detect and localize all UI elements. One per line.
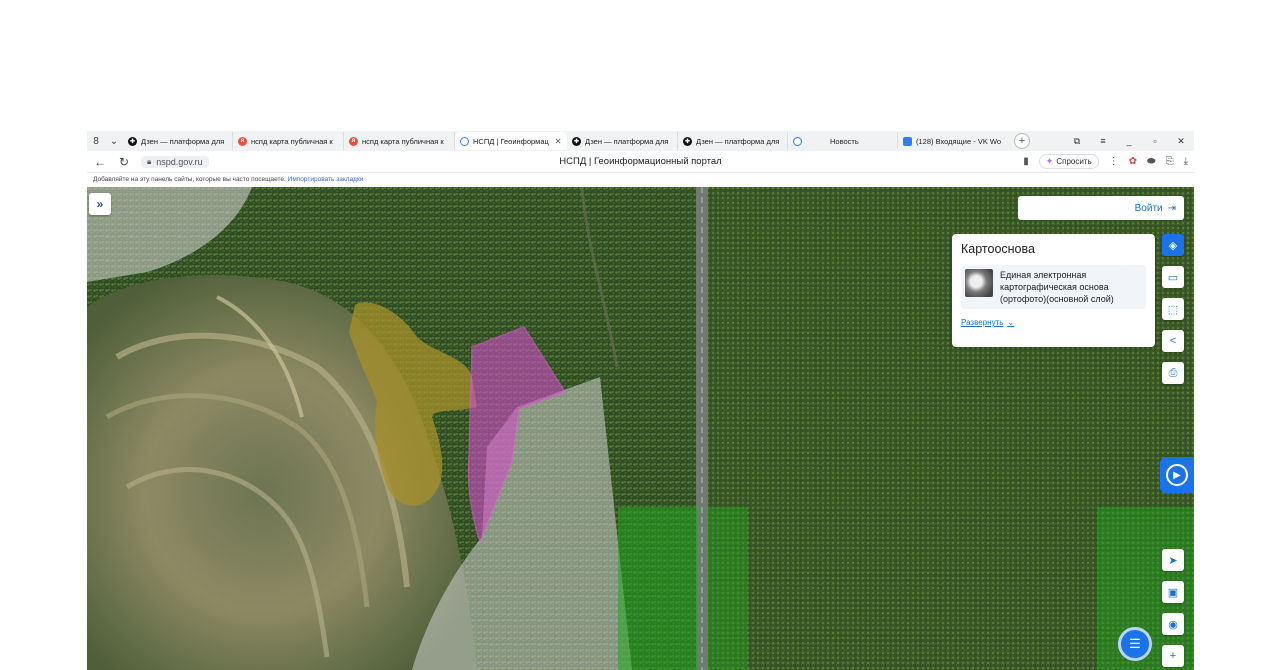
tab-label: нспд карта публичная к xyxy=(251,136,333,146)
layer-name: Единая электронная картографическая осно… xyxy=(1000,270,1114,304)
dzen-icon: ✚ xyxy=(572,136,581,146)
layer-thumbnail xyxy=(965,269,993,297)
tab-label: (128) Входящие - VK Wo xyxy=(916,136,1002,146)
reader-icon[interactable]: ⎘ xyxy=(1166,156,1174,167)
browser-window: 8 ⌄ ✚ Дзен — платформа для я нспд карта … xyxy=(87,131,1194,670)
tab-counter[interactable]: 8 xyxy=(87,131,105,151)
tab-counter-value: 8 xyxy=(93,135,99,147)
login-label: Войти xyxy=(1134,202,1163,214)
expand-sidebar-button[interactable]: » xyxy=(89,193,111,215)
tab-dzen-3[interactable]: ✚ Дзен — платформа для xyxy=(678,132,788,150)
nspd-icon xyxy=(460,136,469,146)
lock-icon: 🔒︎ xyxy=(147,156,152,166)
search-place-button[interactable]: ◉ xyxy=(1162,613,1184,635)
news-icon xyxy=(793,136,802,146)
dzen-icon: ✚ xyxy=(128,136,137,146)
login-icon: ⇥ xyxy=(1167,202,1176,214)
tab-dzen-2[interactable]: ✚ Дзен — платформа для xyxy=(567,132,678,150)
url-field[interactable]: 🔒︎ nspd.gov.ru xyxy=(141,155,209,168)
basemap-layer-item[interactable]: Единая электронная картографическая осно… xyxy=(961,265,1146,309)
tab-strip: 8 ⌄ ✚ Дзен — платформа для я нспд карта … xyxy=(87,131,1194,151)
extension-icon[interactable]: ✿ xyxy=(1129,156,1137,167)
address-bar: ← ↻ 🔒︎ nspd.gov.ru НСПД | Геоинформацион… xyxy=(87,151,1194,173)
new-tab-plus-icon[interactable]: + xyxy=(1014,133,1030,149)
yandex-icon: я xyxy=(349,136,358,146)
reload-icon[interactable]: ↻ xyxy=(117,155,131,169)
tab-vk-mail[interactable]: (128) Входящие - VK Wo xyxy=(898,132,1010,150)
tab-label: Новость xyxy=(830,136,859,146)
map-canvas[interactable]: » Войти ⇥ Картооснова Единая электронная… xyxy=(87,187,1194,670)
my-location-button[interactable]: ➤ xyxy=(1162,549,1184,571)
bookmarks-hint: Добавляйте на эту панель сайты, которые … xyxy=(93,176,286,183)
basemap-panel-title: Картооснова xyxy=(961,242,1035,256)
tab-label: Дзен — платформа для xyxy=(585,136,669,146)
bookmark-icon[interactable]: ▮ xyxy=(1023,156,1029,167)
share-icon: < xyxy=(1169,335,1177,347)
tab-news[interactable]: Новость xyxy=(788,132,898,150)
chat-list-icon: ☰ xyxy=(1129,636,1141,651)
tab-label: нспд карта публичная к xyxy=(362,136,444,146)
sparkle-icon: ✦ xyxy=(1045,156,1054,166)
layers-icon: ◈ xyxy=(1168,239,1178,252)
chevron-down-icon[interactable]: ⌄ xyxy=(105,131,123,151)
chevron-down-icon: ⌄ xyxy=(1007,318,1015,327)
measure-tool-button[interactable]: ▭ xyxy=(1162,266,1184,288)
plus-icon: + xyxy=(1169,650,1177,662)
dzen-icon: ✚ xyxy=(683,136,692,146)
zone-green-left[interactable] xyxy=(618,507,698,670)
chat-button[interactable]: ☰ xyxy=(1118,627,1152,661)
select-area-icon: ⬚ xyxy=(1167,303,1179,316)
minimap-button[interactable]: ▣ xyxy=(1162,581,1184,603)
print-button[interactable]: ⎙ xyxy=(1162,362,1184,384)
window-controls: ⧉ ≡ _ ▫ ✕ xyxy=(1064,136,1194,147)
close-window-icon[interactable]: ✕ xyxy=(1168,136,1194,147)
zone-green-mid[interactable] xyxy=(708,507,748,670)
tab-label: Дзен — платформа для xyxy=(696,136,780,146)
tab-label: Дзен — платформа для xyxy=(141,136,225,146)
back-arrow-icon[interactable]: ← xyxy=(93,155,107,169)
basemap-panel: Картооснова Единая электронная картограф… xyxy=(952,234,1155,347)
close-icon[interactable]: ✕ xyxy=(555,137,562,146)
import-bookmarks-link[interactable]: Импортировать закладки xyxy=(288,176,364,183)
login-button[interactable]: Войти ⇥ xyxy=(1018,196,1184,220)
tab-dzen-1[interactable]: ✚ Дзен — платформа для xyxy=(123,132,233,150)
vk-mail-icon xyxy=(903,136,912,146)
download-icon[interactable]: ⤓ xyxy=(1184,156,1188,167)
expand-label: Развернуть xyxy=(961,318,1004,327)
assistant-button[interactable]: ▶ xyxy=(1160,457,1194,493)
tab-yandex-search-1[interactable]: я нспд карта публичная к xyxy=(233,132,344,150)
ask-label: Спросить xyxy=(1056,157,1092,166)
url-text: nspd.gov.ru xyxy=(156,156,203,167)
share-button[interactable]: < xyxy=(1162,330,1184,352)
more-vertical-icon[interactable]: ⋮ xyxy=(1109,156,1119,167)
address-bar-actions: ▮ ✦ Спросить ⋮ ✿ ⬬ ⎘ ⤓ xyxy=(1023,154,1188,169)
yandex-icon: я xyxy=(238,136,247,146)
ask-button[interactable]: ✦ Спросить xyxy=(1038,154,1099,169)
bookmarks-bar: Добавляйте на эту панель сайты, которые … xyxy=(87,173,1194,187)
pin-icon: ◉ xyxy=(1168,618,1178,631)
minimize-icon[interactable]: _ xyxy=(1116,136,1142,147)
restore-icon[interactable]: ▫ xyxy=(1142,136,1168,147)
layers-tool-button[interactable]: ◈ xyxy=(1162,234,1184,256)
ruler-icon: ▭ xyxy=(1167,271,1179,284)
expand-layers-link[interactable]: Развернуть ⌄ xyxy=(961,318,1146,327)
assistant-icon: ▶ xyxy=(1166,464,1188,486)
zoom-in-button[interactable]: + xyxy=(1162,645,1184,667)
navigation-arrow-icon: ➤ xyxy=(1168,554,1178,567)
tab-nspd[interactable]: НСПД | Геоинформац ✕ xyxy=(455,132,567,150)
minimap-icon: ▣ xyxy=(1167,586,1179,599)
vpn-icon[interactable]: ⬬ xyxy=(1147,156,1156,167)
tab-yandex-search-2[interactable]: я нспд карта публичная к xyxy=(344,132,455,150)
tabs-overview-icon[interactable]: ⧉ xyxy=(1064,136,1090,147)
select-area-button[interactable]: ⬚ xyxy=(1162,298,1184,320)
print-icon: ⎙ xyxy=(1168,366,1178,379)
tab-label: НСПД | Геоинформац xyxy=(473,136,549,146)
menu-icon[interactable]: ≡ xyxy=(1090,136,1116,147)
